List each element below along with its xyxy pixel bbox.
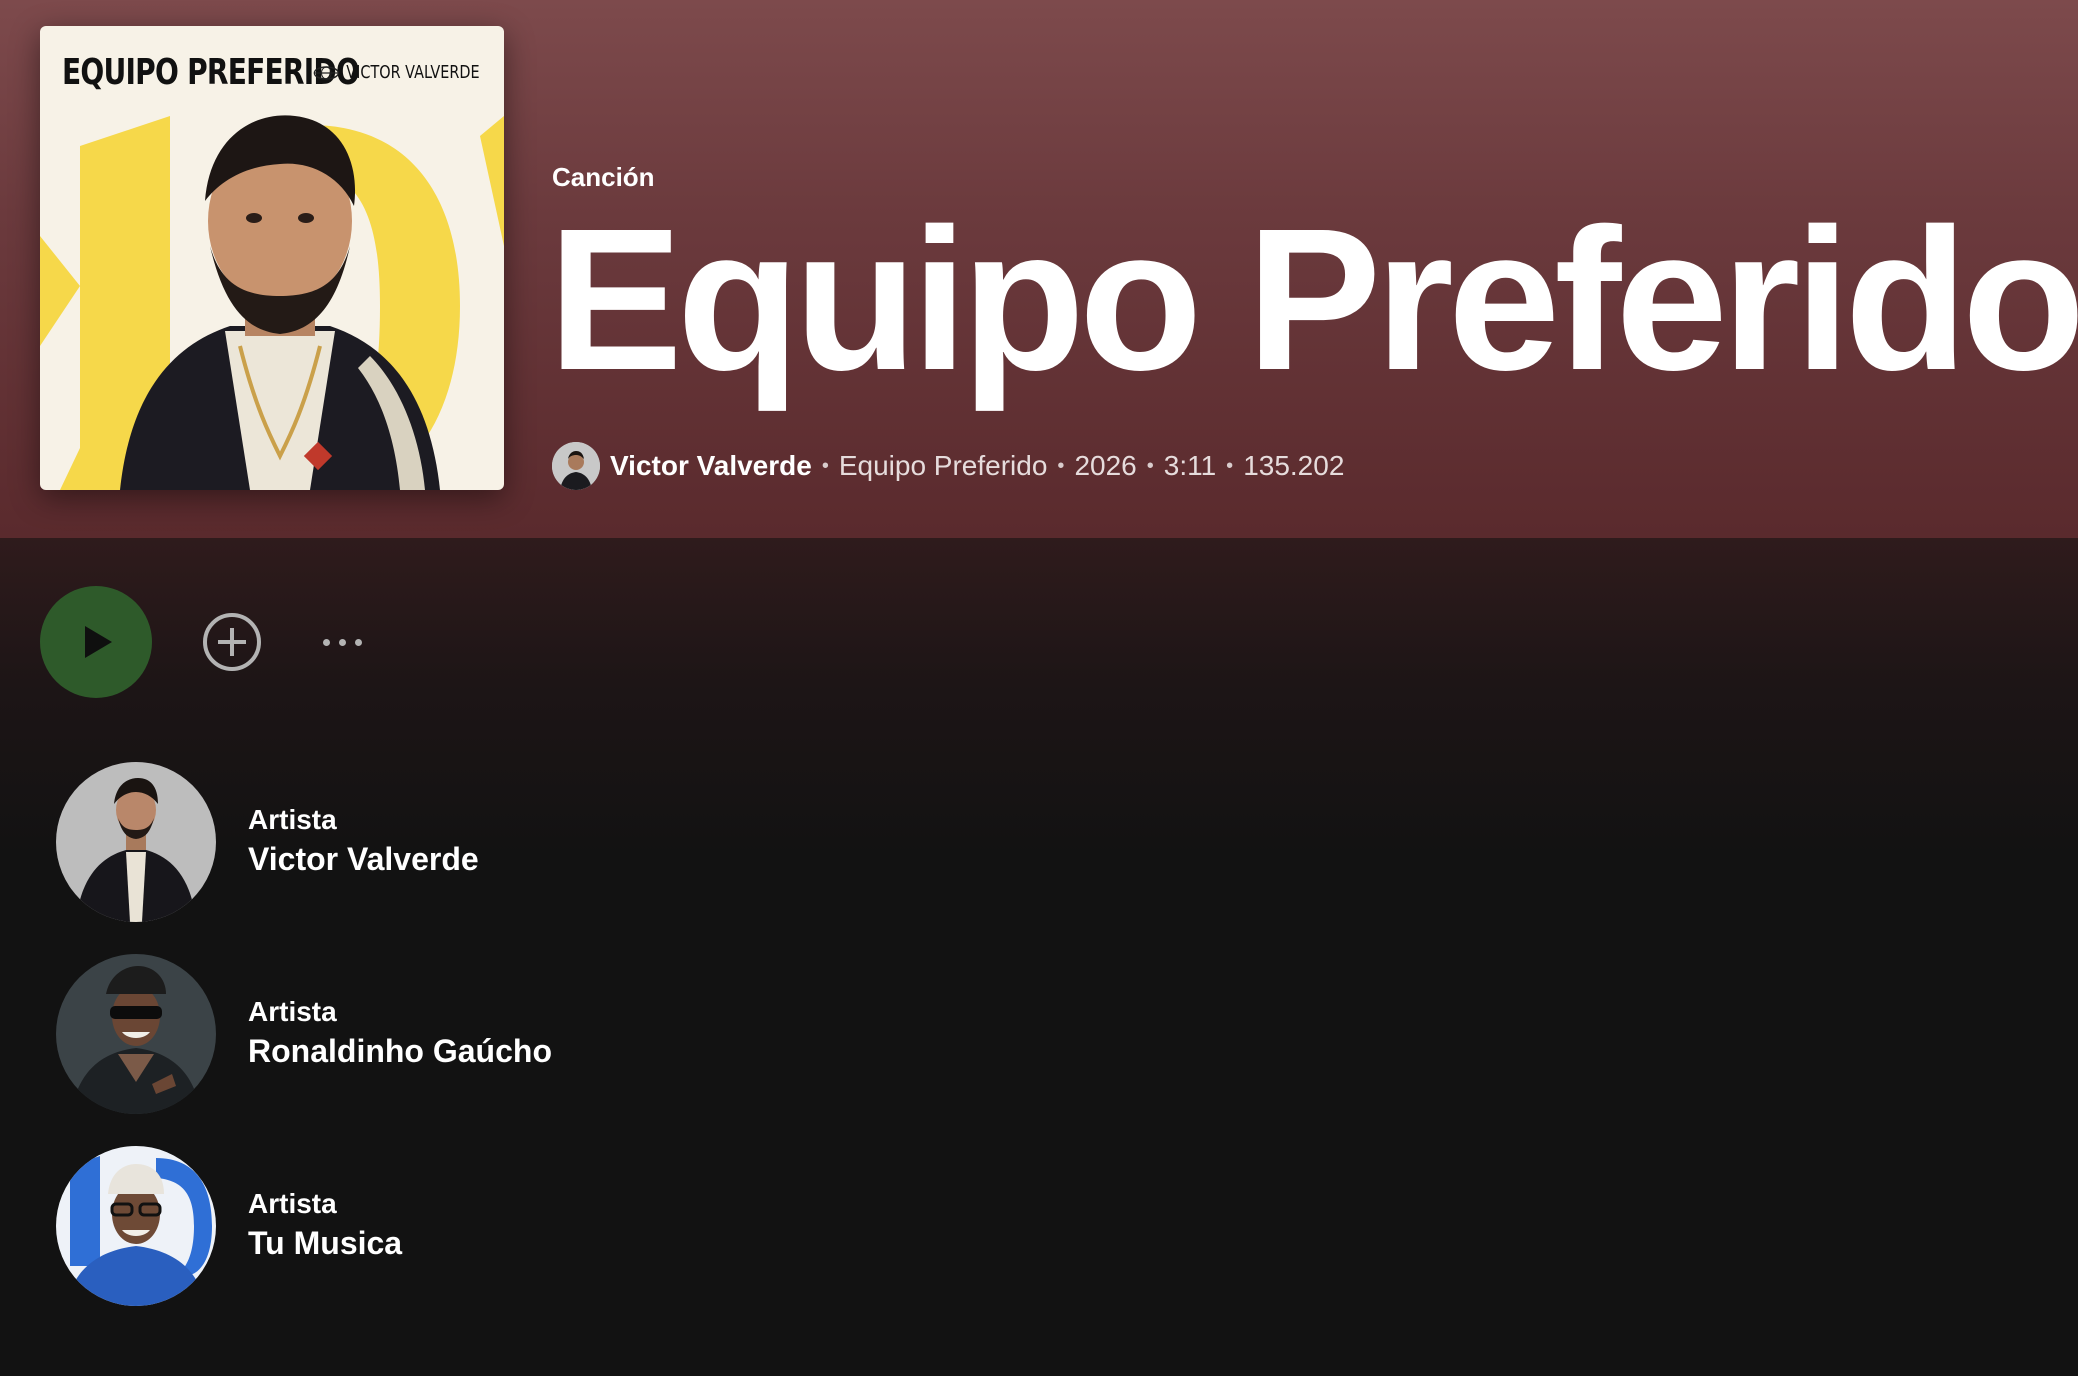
more-options-icon [322,638,330,646]
more-options-icon [338,638,346,646]
artist-row-tu-musica[interactable]: Artista Tu Musica [56,1146,756,1306]
artist-avatar [56,954,216,1114]
meta-duration: 3:11 [1163,450,1217,481]
artist-avatar [56,1146,216,1306]
page-title: Equipo Preferido [548,186,2078,412]
cover-artist-label: VICTOR VALVERDE [313,62,480,83]
artist-row-ronaldinho-gaucho[interactable]: Artista Ronaldinho Gaúcho [56,954,756,1114]
artist-avatar [56,762,216,922]
play-button[interactable] [40,586,152,698]
meta-year: 2026 [1074,450,1137,481]
artist-kind-label: Artista [248,1188,337,1219]
artist-avatar-small[interactable] [552,442,600,490]
plus-circle-icon [203,613,261,671]
meta-separator: • [1146,454,1154,477]
album-cover[interactable]: EQUIPO PREFERIDO VICTOR VALVERDE [40,26,504,490]
meta-separator: • [1226,454,1234,477]
meta-play-count: 135.202 [1243,450,1345,481]
more-options-button[interactable] [312,626,372,658]
meta-separator: • [821,454,829,477]
artist-row-victor-valverde[interactable]: Artista Victor Valverde [56,762,756,922]
more-options-icon [354,638,362,646]
meta-album-link[interactable]: Equipo Preferido [839,450,1048,482]
artist-name: Ronaldinho Gaúcho [248,1033,552,1069]
meta-separator: • [1057,454,1065,477]
add-to-library-button[interactable] [202,612,262,672]
ball-logo-icon [314,65,340,80]
track-meta: Victor Valverde • Equipo Preferido • 202… [552,442,1344,490]
artist-kind-label: Artista [248,996,337,1027]
cover-artwork [40,115,504,490]
artist-name: Tu Musica [248,1225,403,1261]
meta-artist-link[interactable]: Victor Valverde [610,450,812,482]
artist-kind-label: Artista [248,804,337,835]
cover-artist-name: VICTOR VALVERDE [346,62,480,83]
play-icon [85,626,112,658]
artist-name: Victor Valverde [248,841,479,877]
